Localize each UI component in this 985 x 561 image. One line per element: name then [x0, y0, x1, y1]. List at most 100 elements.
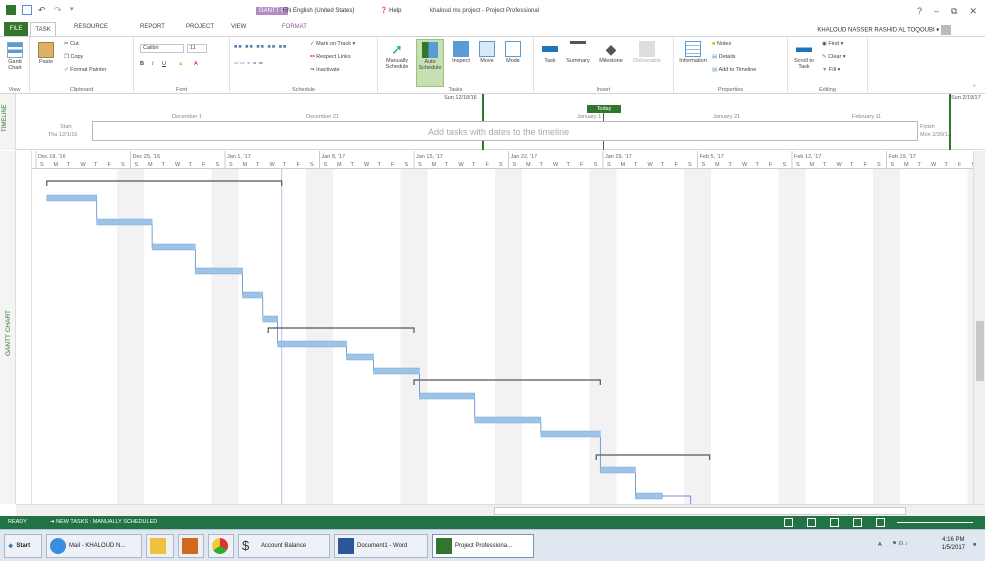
close-icon[interactable]: ✕ — [969, 6, 977, 17]
help-question-icon[interactable]: ? — [917, 6, 922, 17]
zoom-slider[interactable] — [897, 522, 973, 523]
clear-button[interactable]: ✎ Clear ▾ — [822, 54, 846, 60]
clock-date: 1/5/2017 — [941, 545, 965, 551]
new-tasks-mode[interactable]: ➜ NEW TASKS : MANUALLY SCHEDULED — [50, 519, 157, 525]
move-button[interactable]: Move — [476, 41, 498, 64]
taskbar-item-project[interactable]: Project Professiona... — [432, 534, 534, 558]
restore-icon[interactable]: ⧉ — [951, 6, 957, 17]
vertical-scroll-thumb[interactable] — [976, 321, 984, 381]
start-button[interactable]: ❖ Start — [4, 534, 42, 558]
show-desktop-button[interactable]: ■ — [973, 542, 976, 548]
day-header: T — [472, 162, 476, 168]
weekend-shade — [589, 169, 617, 504]
fill-label: Fill — [828, 67, 837, 73]
day-header: T — [378, 162, 382, 168]
undo-icon[interactable]: ↶ — [38, 5, 48, 15]
language-indicator[interactable]: EN English (United States) — [283, 8, 354, 14]
day-header: W — [270, 162, 276, 168]
horizontal-scrollbar[interactable] — [16, 504, 985, 516]
day-header: W — [742, 162, 748, 168]
gantt-chart-canvas[interactable]: Dec 18, '16 Dec 25, '16 Jan 1, '17 Jan 8, '… — [32, 151, 973, 504]
timeline-window-right[interactable] — [949, 94, 951, 150]
inspect-button[interactable]: Inspect — [450, 41, 472, 64]
insert-deliverable-button[interactable]: Deliverable — [630, 41, 664, 64]
taskbar-item-mail[interactable]: Mail - KHALOUD N... — [46, 534, 142, 558]
split-bar[interactable] — [16, 151, 32, 504]
details-button[interactable]: ▤ Details — [712, 54, 736, 60]
tab-project[interactable]: PROJECT — [186, 24, 214, 30]
tab-task[interactable]: TASK — [30, 22, 56, 37]
indent-buttons[interactable]: ⇦ ⇨ ⚬ ⚭ ⚮ — [234, 61, 263, 67]
insert-summary-button[interactable]: Summary — [564, 41, 592, 64]
user-account[interactable]: KHALOUD NASSER RASHID AL TOQOUBI ▾ — [817, 25, 951, 35]
tab-view[interactable]: VIEW — [231, 24, 246, 30]
percent-complete-buttons[interactable]: ■■ ■■ ■■ ■■ ■■ — [234, 44, 287, 50]
mark-on-track-button[interactable]: ✓ Mark on Track ▾ — [310, 41, 355, 47]
taskbar-item-media[interactable] — [178, 534, 204, 558]
format-painter-button[interactable]: ✐ Format Painter — [64, 67, 107, 73]
bold-button[interactable]: B — [140, 61, 144, 67]
manually-schedule-button[interactable]: ➚ Manually Schedule — [384, 41, 410, 70]
highlight-color-button[interactable]: ▲ — [178, 61, 183, 67]
weekend-shade — [873, 169, 900, 504]
network-diagram-icon[interactable] — [830, 518, 839, 527]
vertical-scrollbar[interactable] — [973, 151, 985, 504]
task-usage-icon[interactable] — [807, 518, 816, 527]
fill-button[interactable]: ▼ Fill ▾ — [822, 67, 840, 73]
taskbar-item-chrome[interactable] — [208, 534, 234, 558]
day-header: T — [256, 162, 260, 168]
respect-links-button[interactable]: ⚯ Respect Links — [310, 54, 351, 60]
cut-button[interactable]: ✂ Cut — [64, 41, 79, 47]
insert-task-button[interactable]: Task — [540, 41, 560, 64]
tab-report[interactable]: REPORT — [140, 24, 165, 30]
timeline-pane[interactable]: TIMELINE Sun 12/18/16 Sun 2/19/17 Today … — [0, 94, 985, 150]
gantt-chart-button[interactable]: Gantt Chart — [4, 42, 26, 71]
insert-milestone-button[interactable]: ◆ Milestone — [596, 41, 626, 64]
tab-resource[interactable]: RESOURCE — [74, 24, 108, 30]
help-button[interactable]: ❓ Help — [380, 7, 401, 14]
paste-button[interactable]: Paste — [34, 42, 58, 65]
timeline-bar[interactable]: Add tasks with dates to the timeline — [92, 121, 918, 141]
gantt-view-icon[interactable] — [784, 518, 793, 527]
resource-sheet-icon[interactable] — [853, 518, 862, 527]
group-label: Insert — [596, 87, 611, 93]
notes-button[interactable]: ■ Notes — [712, 41, 731, 47]
information-button[interactable]: Information — [678, 41, 708, 64]
taskbar-item-explorer[interactable] — [146, 534, 174, 558]
font-size-select[interactable]: 11 — [187, 44, 207, 53]
mode-button[interactable]: Mode — [502, 41, 524, 64]
customize-toolbar-icon[interactable]: ▾ — [70, 5, 80, 15]
reports-icon[interactable] — [876, 518, 885, 527]
timeline-placeholder: Add tasks with dates to the timeline — [428, 127, 570, 137]
inactivate-button[interactable]: ⇒ Inactivate — [310, 67, 340, 73]
word-icon — [338, 538, 354, 554]
mode-icon — [505, 41, 521, 57]
horizontal-scroll-thumb[interactable] — [494, 507, 906, 515]
italic-button[interactable]: I — [152, 61, 154, 67]
taskbar-item-word[interactable]: Document1 - Word — [334, 534, 428, 558]
collapse-ribbon-icon[interactable]: ⌃ — [972, 85, 977, 91]
underline-button[interactable]: U — [162, 61, 166, 67]
language-bar[interactable]: A — [878, 542, 882, 548]
day-header: S — [229, 162, 233, 168]
gantt-chart-icon — [7, 42, 23, 58]
find-button[interactable]: ◉ Find ▾ — [822, 41, 843, 47]
copy-button[interactable]: ❐ Copy — [64, 54, 83, 60]
clock[interactable]: 4:16 PM 1/5/2017 — [942, 536, 965, 552]
tab-format[interactable]: FORMAT — [282, 24, 307, 30]
minimize-icon[interactable]: – — [934, 6, 939, 17]
auto-schedule-icon — [422, 42, 438, 58]
auto-schedule-button[interactable]: Auto Schedule — [416, 39, 444, 87]
save-icon[interactable] — [22, 5, 32, 15]
tab-file[interactable]: FILE — [4, 22, 28, 36]
day-header: S — [688, 162, 692, 168]
font-color-button[interactable]: A — [194, 61, 198, 67]
scroll-to-task-button[interactable]: Scroll to Task — [792, 41, 816, 70]
day-header: F — [769, 162, 773, 168]
timeline-tick: January 1 — [577, 114, 602, 120]
redo-icon[interactable]: ↷ — [54, 5, 64, 15]
add-to-timeline-button[interactable]: ▤ Add to Timeline — [712, 67, 756, 73]
tray-icons[interactable]: ⚑ ☊ ♪ — [892, 541, 908, 547]
taskbar-item-account-balance[interactable]: $ Account Balance — [238, 534, 330, 558]
font-name-select[interactable]: Calibri — [140, 44, 184, 53]
